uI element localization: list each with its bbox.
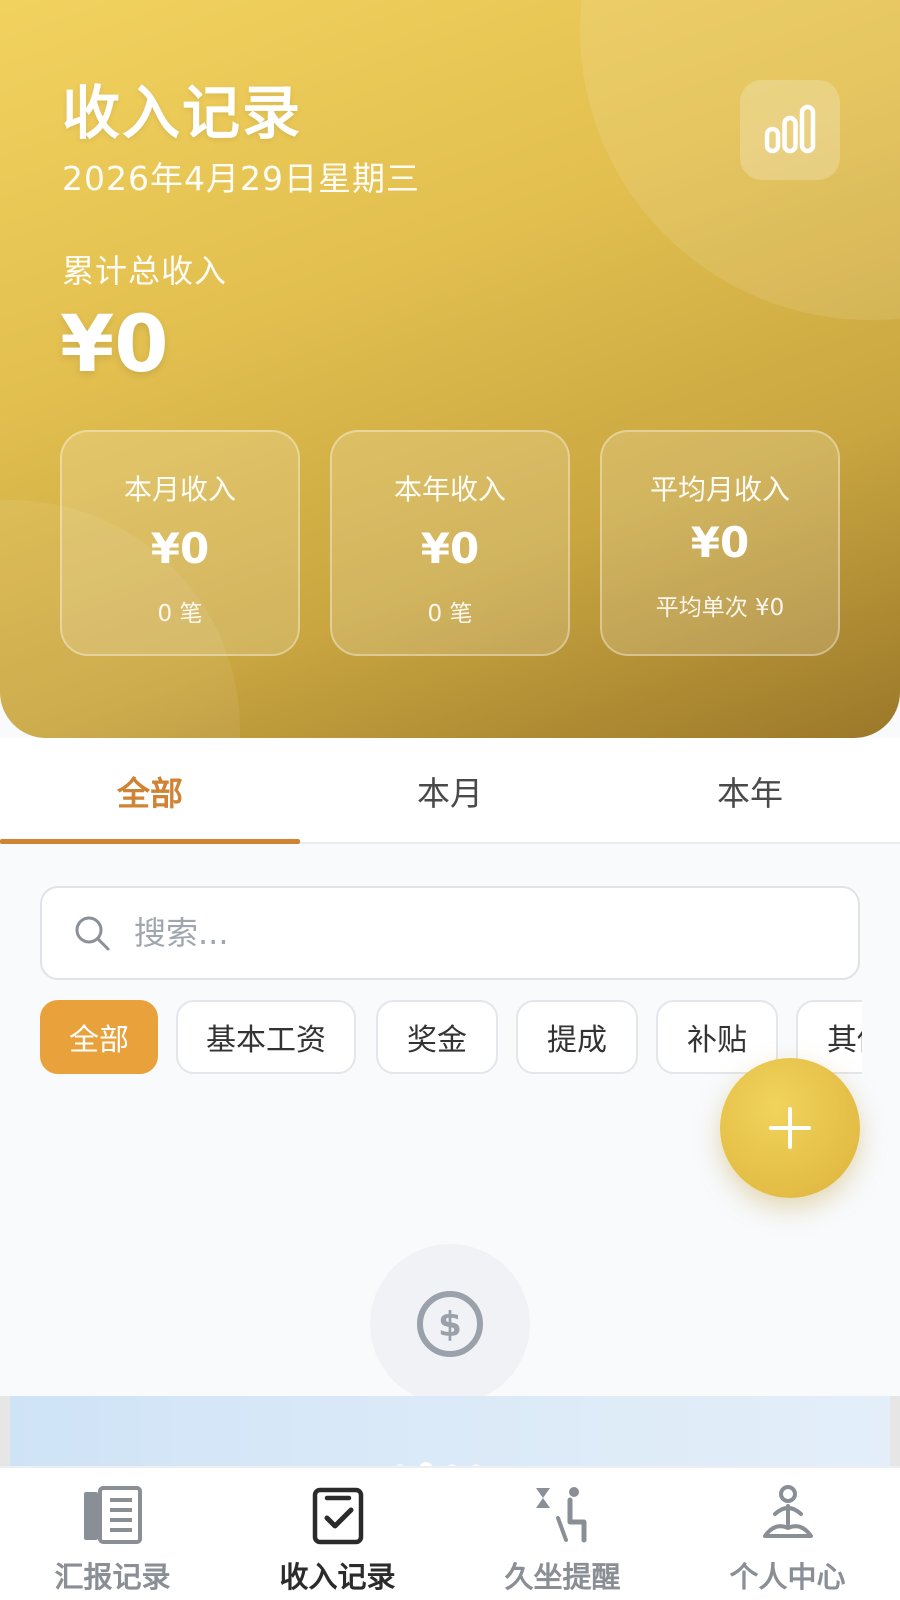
nav-label: 个人中心 — [729, 1560, 846, 1594]
nav-label: 收入记录 — [279, 1560, 396, 1594]
chip-all[interactable]: 全部 — [40, 1000, 158, 1074]
period-tabs: 全部 本月 本年 — [0, 738, 900, 844]
nav-item-sitting-reminder[interactable]: 久坐提醒 — [450, 1468, 675, 1600]
chip-commission[interactable]: 提成 — [516, 1000, 638, 1074]
search-input[interactable] — [134, 914, 834, 952]
stat-card-monthly-average: 平均月收入 ¥0 平均单次 ¥0 — [600, 430, 840, 656]
stat-card-year: 本年收入 ¥0 0 笔 — [330, 430, 570, 656]
total-income-value: ¥0 — [60, 300, 169, 390]
nav-item-income[interactable]: 收入记录 — [225, 1468, 450, 1600]
income-records-screen: 收入记录 2026年4月29日星期三 累计总收入 ¥0 本月收入 ¥0 0 笔 … — [0, 0, 900, 1600]
stat-label: 平均月收入 — [649, 473, 790, 506]
chip-bonus[interactable]: 奖金 — [376, 1000, 498, 1074]
stat-count: 0 笔 — [427, 601, 473, 627]
stat-card-month: 本月收入 ¥0 0 笔 — [60, 430, 300, 656]
stat-label: 本年收入 — [393, 473, 506, 506]
tab-this-year[interactable]: 本年 — [600, 738, 900, 844]
nav-item-profile[interactable]: 个人中心 — [675, 1468, 900, 1600]
income-icon — [312, 1487, 363, 1545]
category-filter-chips: 全部 基本工资 奖金 提成 补贴 其他 — [40, 1000, 862, 1076]
profile-icon — [762, 1485, 813, 1538]
plus-icon — [769, 1107, 811, 1149]
chip-allowance[interactable]: 补贴 — [656, 1000, 778, 1074]
stat-value: ¥0 — [150, 524, 210, 573]
dollar-coin-icon: $ — [417, 1291, 483, 1357]
svg-text:$: $ — [438, 1305, 462, 1345]
stat-count: 0 笔 — [157, 601, 203, 627]
statistics-button[interactable] — [740, 80, 840, 180]
stat-value: ¥0 — [690, 518, 750, 567]
nav-label: 久坐提醒 — [504, 1560, 621, 1594]
bar-chart-icon — [764, 104, 816, 154]
add-income-button[interactable] — [720, 1058, 860, 1198]
tab-this-month[interactable]: 本月 — [300, 738, 600, 844]
total-income-label: 累计总收入 — [62, 252, 228, 290]
chip-basic-salary[interactable]: 基本工资 — [176, 1000, 356, 1074]
active-tab-indicator — [0, 839, 300, 844]
nav-label: 汇报记录 — [54, 1560, 171, 1594]
bottom-navigation: 汇报记录 收入记录 久坐提醒 个人中心 — [0, 1466, 900, 1600]
report-icon — [83, 1486, 142, 1544]
income-summary-header: 收入记录 2026年4月29日星期三 累计总收入 ¥0 本月收入 ¥0 0 笔 … — [0, 0, 900, 738]
sitting-reminder-icon — [535, 1487, 586, 1543]
current-date: 2026年4月29日星期三 — [62, 159, 420, 198]
page-title: 收入记录 — [62, 79, 303, 147]
tab-all[interactable]: 全部 — [0, 738, 300, 844]
empty-state: $ — [370, 1244, 530, 1404]
search-box — [40, 886, 860, 980]
nav-item-reports[interactable]: 汇报记录 — [0, 1468, 225, 1600]
search-icon — [75, 916, 110, 951]
stat-value: ¥0 — [420, 524, 480, 573]
stat-label: 本月收入 — [123, 473, 236, 506]
stat-average-per-entry: 平均单次 ¥0 — [655, 595, 785, 621]
